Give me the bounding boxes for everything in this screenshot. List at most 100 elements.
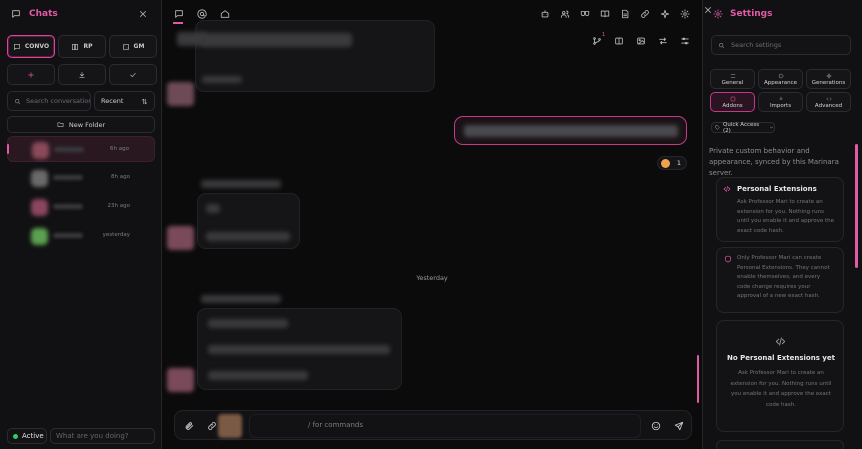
columns-icon[interactable]: [613, 35, 625, 47]
mode-convo-button[interactable]: CONVO: [7, 35, 55, 58]
gear-icon: [713, 9, 723, 19]
swap-icon[interactable]: [657, 35, 669, 47]
redacted-text: [206, 204, 220, 213]
chat-list-item[interactable]: yesterday: [7, 223, 155, 249]
redacted-text: [208, 345, 390, 354]
chat-list-item[interactable]: 6h ago: [7, 136, 155, 162]
chat-icon[interactable]: [173, 8, 185, 24]
chat-time: 8h ago: [111, 174, 130, 180]
tab-appearance[interactable]: Appearance: [758, 69, 803, 89]
image-icon[interactable]: [635, 35, 647, 47]
tag-icon: [715, 125, 720, 130]
avatar: [31, 228, 48, 245]
redacted-text: [464, 125, 678, 137]
sparkle-icon: [826, 73, 832, 79]
empty-state-title: No Personal Extensions yet: [727, 354, 835, 362]
mention-icon[interactable]: [196, 8, 208, 20]
chat-list-item[interactable]: 23h ago: [7, 194, 155, 220]
robot-icon[interactable]: [539, 8, 551, 20]
code-icon: [723, 185, 731, 193]
home-icon[interactable]: [219, 8, 231, 20]
send-icon[interactable]: [671, 418, 687, 434]
new-folder-button[interactable]: New Folder: [7, 116, 155, 133]
emoji-icon[interactable]: [648, 418, 664, 434]
empty-state-body: Ask Professor Mari to create an extensio…: [730, 370, 832, 408]
sort-select[interactable]: Recent: [94, 91, 155, 111]
tab-general[interactable]: General: [710, 69, 755, 89]
chat-scrollbar[interactable]: [697, 355, 699, 403]
tab-addons[interactable]: Addons: [710, 92, 755, 112]
warning-card: Only Professor Mari can create Personal …: [716, 247, 844, 313]
message-bubble: [197, 308, 402, 390]
select-chats-button[interactable]: [109, 64, 157, 85]
presence-status-button[interactable]: Active: [7, 428, 47, 444]
activity-input[interactable]: What are you doing?: [50, 428, 155, 444]
composer-placeholder: / for commands: [308, 421, 364, 429]
chat-actions: [7, 64, 157, 85]
sliders-icon[interactable]: [679, 35, 691, 47]
tab-label: Generations: [811, 79, 846, 86]
active-marker: [7, 144, 9, 154]
status-label: Active: [22, 432, 44, 440]
check-icon: [129, 71, 137, 79]
close-settings-icon[interactable]: [703, 5, 713, 15]
chat-search-input[interactable]: Search conversations: [7, 91, 91, 111]
redacted-text: [202, 76, 242, 83]
chat-name-redacted: [53, 233, 83, 238]
card-title: Personal Extensions: [737, 185, 817, 193]
chat-time: yesterday: [102, 232, 130, 238]
settings-scrollbar[interactable]: [855, 144, 858, 268]
close-sidebar-icon[interactable]: [138, 9, 148, 19]
tab-label: Appearance: [763, 79, 798, 86]
mode-label: GM: [133, 43, 145, 50]
mode-gm-button[interactable]: GM: [109, 35, 157, 58]
chat-list-item[interactable]: 8h ago: [7, 165, 155, 191]
redacted-text: [202, 33, 352, 47]
quick-access-dropdown[interactable]: Quick Access (2): [711, 122, 775, 134]
reaction-chip[interactable]: 1: [657, 156, 687, 170]
avatar: [167, 226, 194, 250]
settings-tabs: General Appearance Generations Addons Im…: [710, 69, 853, 112]
settings-icon[interactable]: [679, 8, 691, 20]
persona-avatar[interactable]: [218, 414, 242, 438]
link-icon[interactable]: [639, 8, 651, 20]
tab-advanced[interactable]: Advanced: [806, 92, 851, 112]
new-chat-button[interactable]: [7, 64, 55, 85]
warning-body: Only Professor Mari can create Personal …: [737, 255, 830, 299]
chat-time: 6h ago: [110, 146, 129, 152]
redacted-text: [201, 180, 281, 188]
card-body: Ask Professor Mari to create an extensio…: [737, 199, 834, 234]
redacted-text: [177, 32, 207, 46]
online-dot-icon: [13, 433, 18, 439]
sparkle-icon[interactable]: [659, 8, 671, 20]
code-icon: [826, 96, 832, 102]
users-icon[interactable]: [559, 8, 571, 20]
sent-message-bubble: [454, 116, 687, 145]
book-open-icon[interactable]: [599, 8, 611, 20]
chats-sidebar: Chats CONVO RP GM Search conversations R…: [0, 0, 162, 449]
chat-name-redacted: [53, 175, 83, 180]
redacted-text: [201, 295, 281, 303]
avatar: [32, 142, 49, 159]
book-icon: [71, 43, 79, 51]
chat-list: 6h ago 8h ago 23h ago yesterday: [7, 136, 155, 252]
branch-count-badge: 1: [602, 32, 606, 38]
branch-icon[interactable]: 1: [591, 32, 606, 47]
import-chat-button[interactable]: [58, 64, 106, 85]
attach-icon[interactable]: [181, 418, 197, 434]
avatar: [31, 170, 48, 187]
tab-imports[interactable]: Imports: [758, 92, 803, 112]
masks-icon[interactable]: [579, 8, 591, 20]
mode-rp-button[interactable]: RP: [58, 35, 106, 58]
settings-search-input[interactable]: Search settings: [711, 35, 851, 55]
mode-switcher: CONVO RP GM: [7, 35, 157, 58]
sliders-icon: [730, 73, 736, 79]
mode-label: CONVO: [24, 43, 50, 50]
tab-generations[interactable]: Generations: [806, 69, 851, 89]
redacted-text: [208, 371, 308, 380]
tab-label: Advanced: [814, 102, 843, 109]
document-icon[interactable]: [619, 8, 631, 20]
settings-title: Settings: [730, 9, 773, 19]
redacted-text: [208, 319, 288, 328]
dice-icon: [122, 43, 130, 51]
